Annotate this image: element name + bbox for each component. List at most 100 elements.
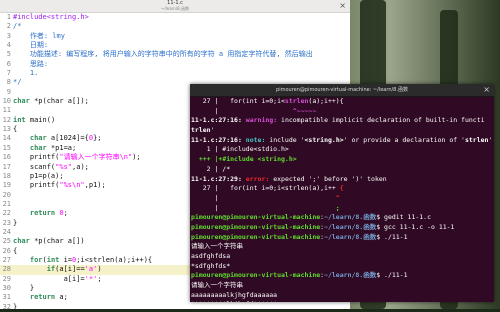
terminal-text: |: [191, 106, 293, 115]
terminal-text: |: [191, 193, 336, 202]
gedit-titlebar[interactable]: 11-1.c ~/learn/8.函数 ×: [0, 0, 350, 13]
code-token: p1=p(a);: [13, 171, 64, 180]
terminal-text: *sdfghfds*: [191, 261, 231, 270]
code-token: main(): [25, 115, 56, 124]
terminal-text: ': [488, 135, 493, 144]
code-token: ): [97, 265, 102, 274]
terminal-text: asdfghfdsa: [191, 252, 231, 260]
line-number: 31: [2, 293, 11, 302]
close-icon[interactable]: ×: [339, 1, 346, 11]
terminal-text: strlen: [284, 97, 309, 105]
line-number: 28: [2, 265, 11, 274]
line-number: 25: [2, 237, 11, 246]
code-line[interactable]: 32}: [0, 303, 350, 312]
code-token: *p(char a[]): [29, 237, 85, 246]
line-number: 30: [2, 283, 11, 292]
terminal-text: ^: [335, 193, 340, 202]
code-token: printf(: [13, 181, 60, 190]
terminal-line: pimouren@pimouren-virtual-machine:~/lear…: [191, 271, 493, 281]
terminal-text: 27 | for(int i=0;i<: [191, 97, 285, 105]
line-number: 27: [2, 255, 11, 264]
line-number: 17: [2, 162, 11, 171]
code-line[interactable]: 1 #include<string.h>: [0, 13, 350, 22]
code-token: ;i<strlen(a);i++){: [76, 255, 153, 264]
code-token: char: [29, 143, 47, 152]
line-number: 6: [6, 59, 11, 68]
terminal-text: *********lkjhgfd******: [191, 300, 277, 302]
terminal-text: warning:: [245, 116, 282, 125]
terminal-text: include ': [269, 135, 305, 144]
terminal-text: pimouren@pimouren-virtual-machine: [191, 222, 321, 231]
terminal-line: *********lkjhgfd******: [191, 300, 493, 302]
code-token: 作者: lmy: [13, 31, 65, 40]
code-line[interactable]: 3 作者: lmy: [0, 32, 350, 41]
line-number: 14: [2, 134, 11, 143]
line-number: 21: [2, 199, 11, 208]
terminal-line: 11-1.c:27:16: warning: incompatible impl…: [191, 116, 493, 126]
terminal-text: trlen: [191, 126, 211, 135]
code-line[interactable]: 4 日期:: [0, 41, 350, 50]
line-number: 24: [2, 227, 11, 236]
terminal-text: 1 | #include<stdio.h>: [191, 145, 289, 154]
code-token: }: [13, 302, 18, 311]
terminal-text: +++ |+: [191, 155, 223, 164]
code-token: 思路:: [13, 59, 49, 68]
line-number: 4: [6, 41, 11, 50]
terminal-titlebar[interactable]: pimouren@pimouren-virtual-machine: ~/lea…: [190, 84, 494, 97]
terminal-text: |: [191, 203, 336, 212]
terminal-text: ;: [335, 203, 340, 212]
terminal-text: (a);i++){: [308, 97, 344, 105]
code-token: {: [13, 125, 18, 134]
code-token: int: [46, 255, 60, 264]
terminal-line: 27 | for(int i=0;i<strlen(a);i++){: [191, 97, 493, 107]
line-number: 26: [2, 246, 11, 255]
terminal-text: <string.h>: [304, 135, 344, 144]
code-token: }: [13, 283, 35, 292]
terminal-line: pimouren@pimouren-virtual-machine:~/lear…: [191, 233, 493, 243]
terminal-text: 11-1.c:27:29:: [191, 174, 246, 183]
code-token: i=: [59, 255, 73, 264]
terminal-text: ~/learn/8.函数: [324, 213, 377, 222]
terminal-output[interactable]: 27 | for(int i=0;i<strlen(a);i++){ | ^~~…: [191, 97, 493, 302]
terminal-line: *sdfghfds*: [191, 262, 493, 272]
code-token: );: [132, 153, 141, 162]
code-token: a;: [55, 293, 68, 302]
terminal-window[interactable]: pimouren@pimouren-virtual-machine: ~/lea…: [190, 84, 494, 302]
code-line[interactable]: 7 1.: [0, 69, 350, 78]
code-token: "请输入一个字符串\n": [59, 153, 133, 162]
terminal-text: $ gcc 11-1.c -o 11-1: [376, 222, 455, 231]
line-number: 5: [6, 50, 11, 59]
terminal-line: pimouren@pimouren-virtual-machine:~/lear…: [191, 223, 493, 233]
code-token: printf(: [13, 153, 60, 162]
terminal-line: 27 | for(int i=0;i<strlen(a),i++ {: [191, 184, 493, 194]
code-line[interactable]: 2/*: [0, 22, 350, 31]
code-line[interactable]: 6 思路:: [0, 60, 350, 69]
code-token: ;: [97, 274, 102, 283]
code-token: 1.: [13, 69, 39, 78]
code-token: char: [13, 237, 30, 246]
code-line[interactable]: 5 功能描述: 编写程序, 将用户输入的字符串中的所有的字符 a 用指定字符代替…: [0, 50, 350, 59]
terminal-line: | ^~~~~~: [191, 107, 493, 117]
line-number: 1: [6, 13, 11, 21]
line-number: 13: [2, 125, 11, 134]
code-token: scanf(: [13, 162, 56, 171]
code-token: *p(char a[]);: [29, 97, 89, 106]
terminal-line: asdfghfdsa: [191, 252, 493, 262]
terminal-line: trlen': [191, 126, 493, 136]
terminal-text: ^~~~~~: [292, 106, 317, 115]
terminal-text: 请输入一个字符串: [191, 242, 243, 251]
code-token: {: [13, 246, 18, 255]
code-token: #include<string.h>: [13, 13, 89, 21]
line-number: 32: [2, 302, 11, 311]
terminal-text: 2 | /*: [191, 164, 231, 173]
terminal-text: $ gedit 11-1.c: [376, 213, 431, 222]
code-token: char: [29, 134, 47, 143]
terminal-line: | ;: [191, 204, 493, 214]
close-icon[interactable]: ×: [483, 85, 490, 95]
